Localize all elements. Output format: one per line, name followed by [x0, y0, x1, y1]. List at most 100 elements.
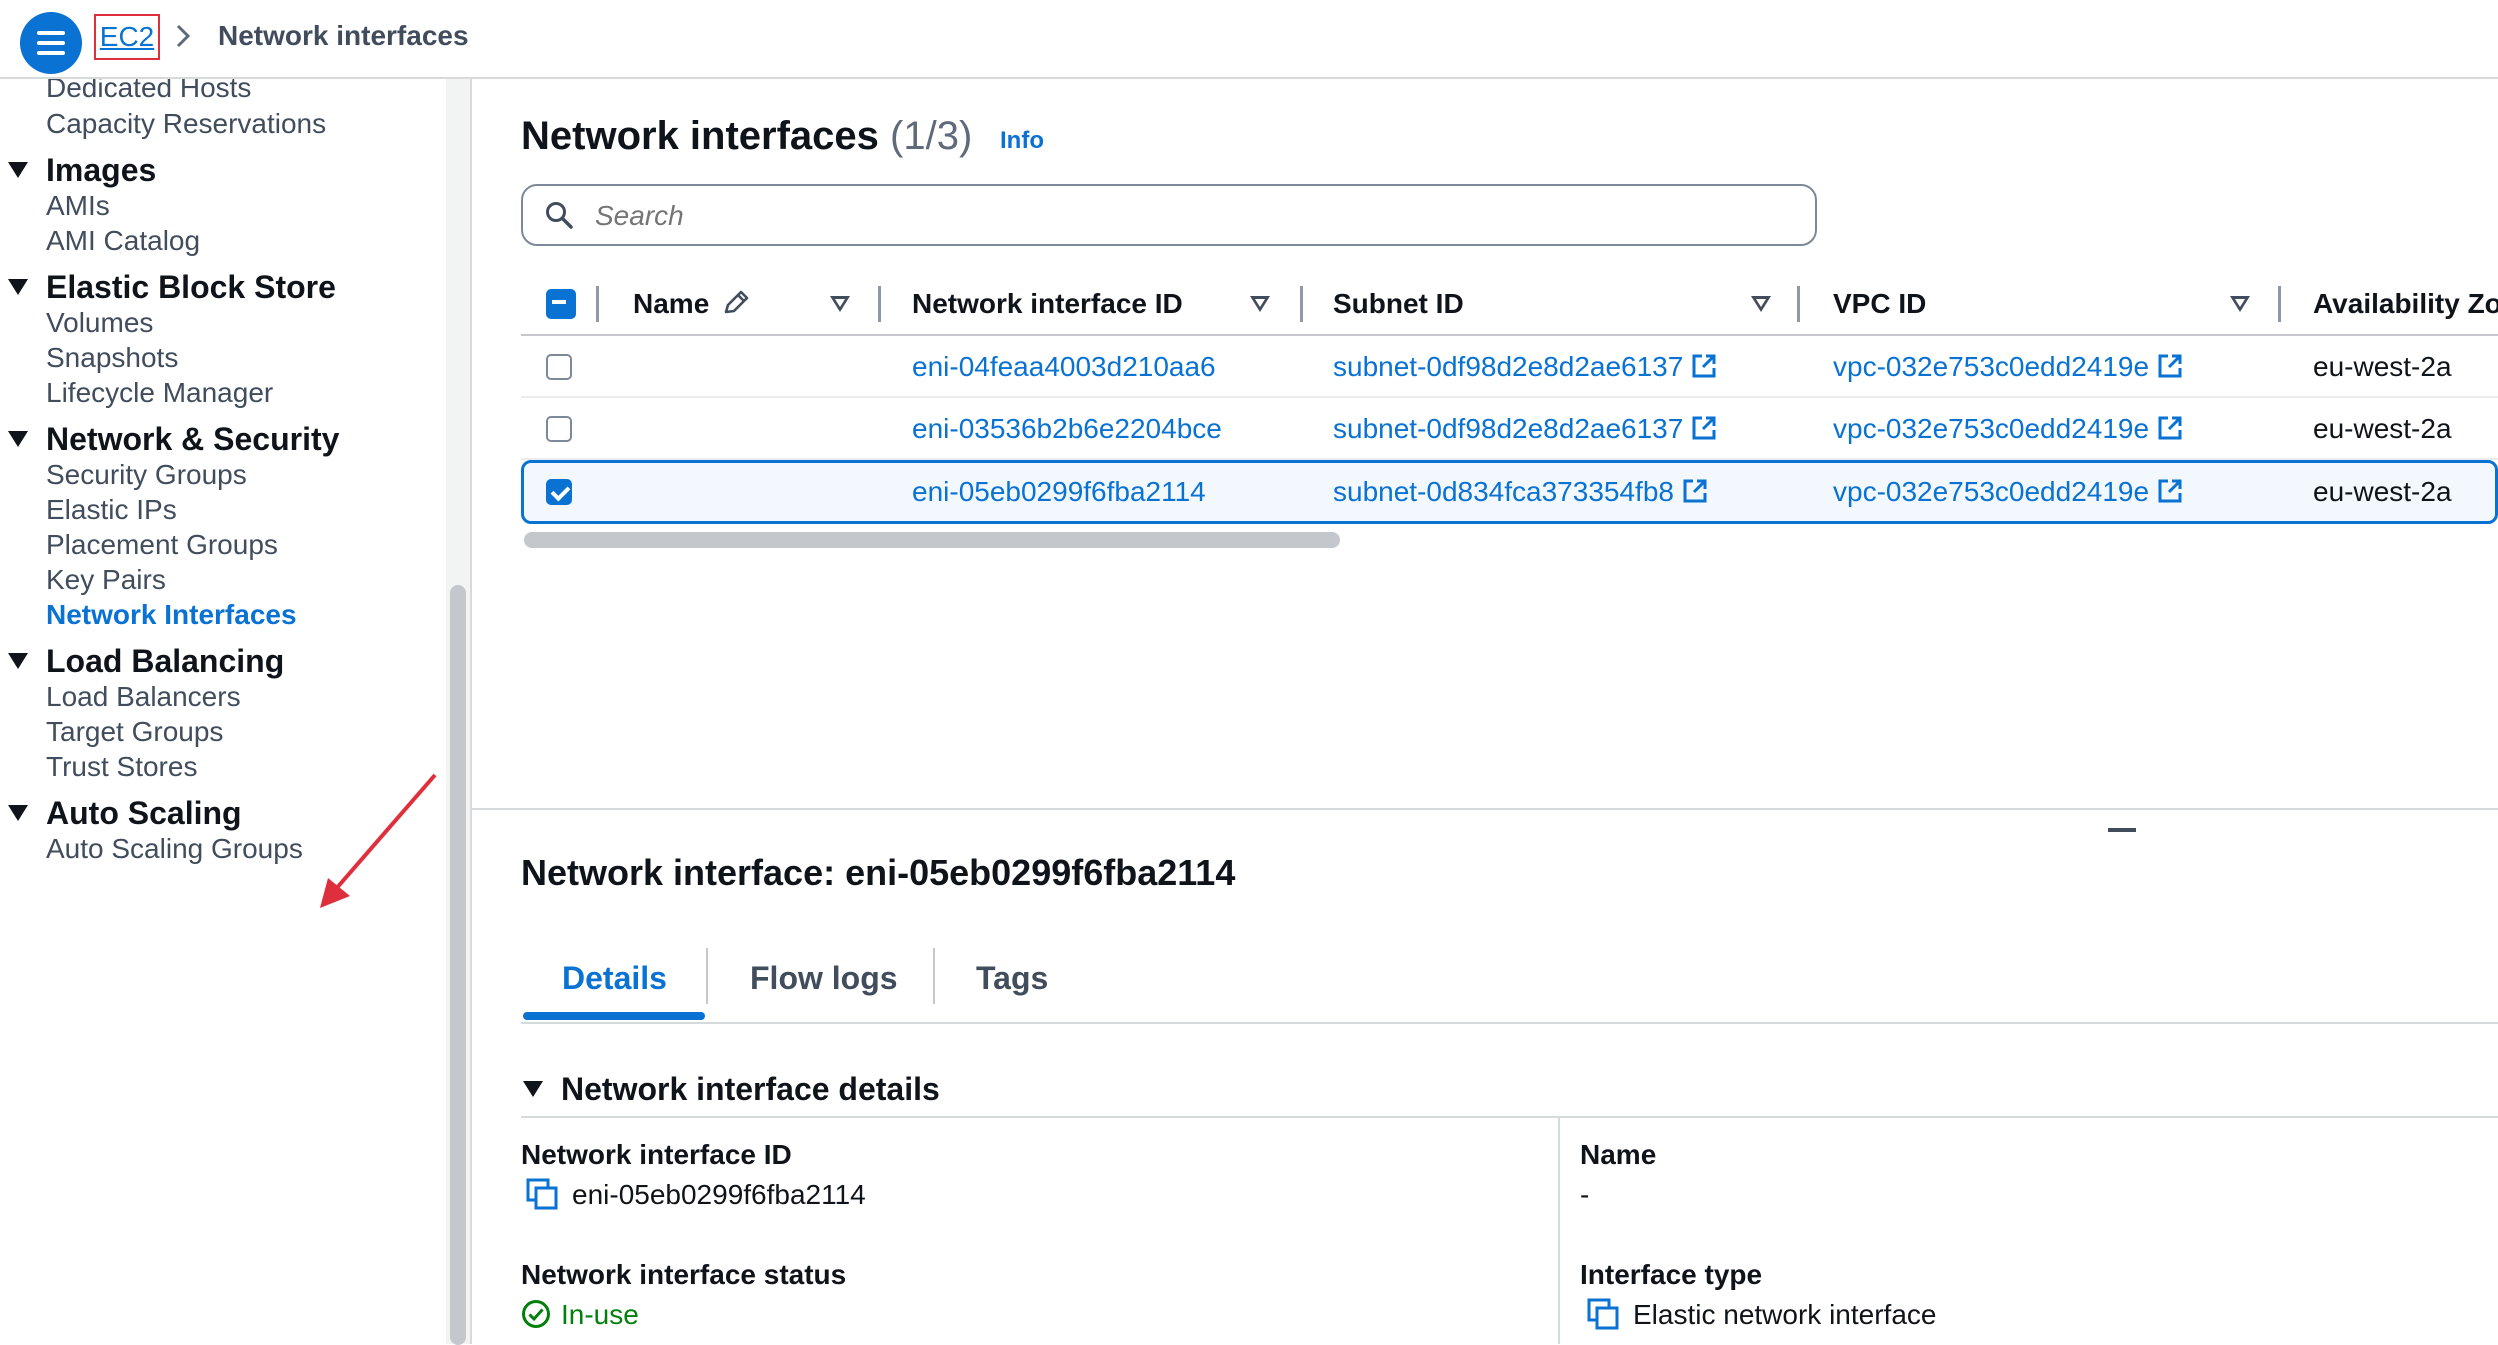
split-panel-handle-icon[interactable] — [2108, 828, 2136, 832]
sidebar-item-capacity-reservations[interactable]: Capacity Reservations — [46, 107, 326, 141]
sidebar-item-snapshots[interactable]: Snapshots — [46, 341, 178, 375]
row-checkbox[interactable] — [546, 479, 572, 505]
pencil-icon — [724, 290, 749, 313]
sidebar-item-key-pairs[interactable]: Key Pairs — [46, 563, 166, 597]
external-link-icon — [2158, 354, 2182, 378]
column-header-name[interactable]: Name — [633, 280, 751, 328]
column-divider[interactable] — [2278, 286, 2281, 322]
sidebar-section-auto-scaling[interactable]: Auto Scaling — [8, 794, 242, 832]
sidebar-item-volumes[interactable]: Volumes — [46, 306, 153, 340]
sidebar-item-elastic-ips[interactable]: Elastic IPs — [46, 493, 177, 527]
subnet-id-link[interactable]: subnet-0df98d2e8d2ae6137 — [1333, 336, 1717, 398]
sidebar-item-network-interfaces[interactable]: Network Interfaces — [46, 598, 297, 632]
sort-caret-icon[interactable] — [830, 296, 850, 312]
top-bar: EC2 Network interfaces — [0, 0, 2498, 79]
sidebar-item-lifecycle-manager[interactable]: Lifecycle Manager — [46, 376, 273, 410]
sidebar-item-ami-catalog[interactable]: AMI Catalog — [46, 224, 200, 258]
subnet-id-text: subnet-0d834fca373354fb8 — [1333, 476, 1674, 507]
column-divider[interactable] — [1797, 286, 1800, 322]
search-box[interactable] — [521, 184, 1817, 246]
subnet-id-link[interactable]: subnet-0df98d2e8d2ae6137 — [1333, 398, 1717, 460]
breadcrumb-chevron-icon — [174, 14, 194, 71]
sort-caret-icon[interactable] — [1751, 296, 1771, 312]
sidebar-item-placement-groups[interactable]: Placement Groups — [46, 528, 278, 562]
sidebar-divider — [470, 79, 472, 1344]
sort-caret-icon[interactable] — [2230, 296, 2250, 312]
subnet-id-text: subnet-0df98d2e8d2ae6137 — [1333, 413, 1684, 444]
eni-id-link[interactable]: eni-05eb0299f6fba2114 — [912, 463, 1206, 521]
menu-icon[interactable] — [20, 12, 82, 74]
sidebar-section-label: Auto Scaling — [46, 795, 242, 831]
row-checkbox[interactable] — [546, 354, 572, 380]
row-checkbox[interactable] — [546, 416, 572, 442]
caret-down-icon — [8, 430, 28, 447]
column-divider[interactable] — [878, 286, 881, 322]
column-header-subnet-id[interactable]: Subnet ID — [1333, 280, 1464, 328]
eni-id-link[interactable]: eni-03536b2b6e2204bce — [912, 398, 1222, 460]
tab-details[interactable]: Details — [562, 950, 667, 1006]
table-row[interactable]: eni-03536b2b6e2204bce subnet-0df98d2e8d2… — [521, 398, 2498, 460]
sidebar-item-trust-stores[interactable]: Trust Stores — [46, 750, 197, 784]
external-link-icon — [1683, 479, 1707, 503]
breadcrumb-current: Network interfaces — [218, 20, 469, 51]
sidebar-section-label: Load Balancing — [46, 643, 285, 679]
sidebar-item-dedicated-hosts[interactable]: Dedicated Hosts — [46, 79, 251, 105]
name-value: - — [1580, 1179, 1590, 1210]
caret-down-icon — [523, 1080, 543, 1097]
tabs-divider — [521, 1022, 2498, 1024]
caret-down-icon — [8, 278, 28, 295]
status-label: Network interface status — [521, 1259, 847, 1290]
search-icon — [546, 202, 573, 229]
vpc-id-link[interactable]: vpc-032e753c0edd2419e — [1833, 398, 2183, 460]
table-row-selected[interactable]: eni-05eb0299f6fba2114 subnet-0d834fca373… — [521, 460, 2498, 524]
sidebar-section-network-security[interactable]: Network & Security — [8, 420, 339, 458]
sidebar-item-security-groups[interactable]: Security Groups — [46, 458, 247, 492]
sidebar-item-amis[interactable]: AMIs — [46, 189, 110, 223]
status-text: In-use — [561, 1299, 639, 1330]
sidebar-section-images[interactable]: Images — [8, 151, 156, 189]
select-all-checkbox[interactable] — [546, 289, 576, 319]
eni-id-text: eni-05eb0299f6fba2114 — [572, 1179, 866, 1210]
detail-panel-title: Network interface: eni-05eb0299f6fba2114 — [521, 852, 1236, 893]
interface-type-text: Elastic network interface — [1633, 1299, 1937, 1330]
search-input[interactable] — [593, 192, 1747, 240]
info-link[interactable]: Info — [1000, 124, 1044, 158]
sidebar-section-elastic-block-store[interactable]: Elastic Block Store — [8, 268, 336, 306]
sidebar-scrollbar-thumb[interactable] — [450, 585, 466, 1345]
tab-tags[interactable]: Tags — [976, 950, 1048, 1006]
copy-icon[interactable] — [1587, 1298, 1619, 1330]
breadcrumb-ec2-link[interactable]: EC2 — [94, 14, 160, 60]
caret-down-icon — [8, 804, 28, 821]
column-divider[interactable] — [1300, 286, 1303, 322]
page-title-text: Network interfaces — [521, 114, 879, 158]
sort-caret-icon[interactable] — [1250, 296, 1270, 312]
sidebar-section-label: Network & Security — [46, 421, 340, 457]
eni-id-link[interactable]: eni-04feaa4003d210aa6 — [912, 336, 1216, 398]
sidebar-item-load-balancers[interactable]: Load Balancers — [46, 680, 241, 714]
interface-type-label: Interface type — [1580, 1259, 1763, 1290]
sidebar-section-load-balancing[interactable]: Load Balancing — [8, 642, 284, 680]
availability-zone: eu-west-2a — [2313, 351, 2452, 382]
column-header-availability-zone[interactable]: Availability Zo — [2313, 280, 2498, 328]
vpc-id-link[interactable]: vpc-032e753c0edd2419e — [1833, 336, 2183, 398]
sidebar-item-auto-scaling-groups[interactable]: Auto Scaling Groups — [46, 832, 303, 866]
sidebar-section-label: Elastic Block Store — [46, 269, 336, 305]
check-circle-icon — [522, 1299, 550, 1328]
column-header-eni-id[interactable]: Network interface ID — [912, 280, 1183, 328]
page-title: Network interfaces (1/3) — [521, 110, 972, 162]
annotation-arrow-icon — [320, 773, 437, 908]
section-toggle-network-interface-details[interactable]: Network interface details — [523, 1068, 940, 1110]
sidebar-section-label: Images — [46, 152, 157, 188]
sidebar-item-target-groups[interactable]: Target Groups — [46, 715, 223, 749]
copy-icon[interactable] — [526, 1178, 558, 1210]
table-row[interactable]: eni-04feaa4003d210aa6 subnet-0df98d2e8d2… — [521, 336, 2498, 398]
vpc-id-link[interactable]: vpc-032e753c0edd2419e — [1833, 463, 2183, 521]
tab-divider — [933, 948, 935, 1004]
table-horizontal-scrollbar[interactable] — [524, 532, 1340, 548]
column-header-vpc-id[interactable]: VPC ID — [1833, 280, 1926, 328]
subnet-id-link[interactable]: subnet-0d834fca373354fb8 — [1333, 463, 1708, 521]
tab-flow-logs[interactable]: Flow logs — [750, 950, 898, 1006]
external-link-icon — [2158, 416, 2182, 440]
eni-id-value: eni-05eb0299f6fba2114 — [526, 1176, 866, 1214]
split-panel-divider[interactable] — [472, 808, 2498, 810]
